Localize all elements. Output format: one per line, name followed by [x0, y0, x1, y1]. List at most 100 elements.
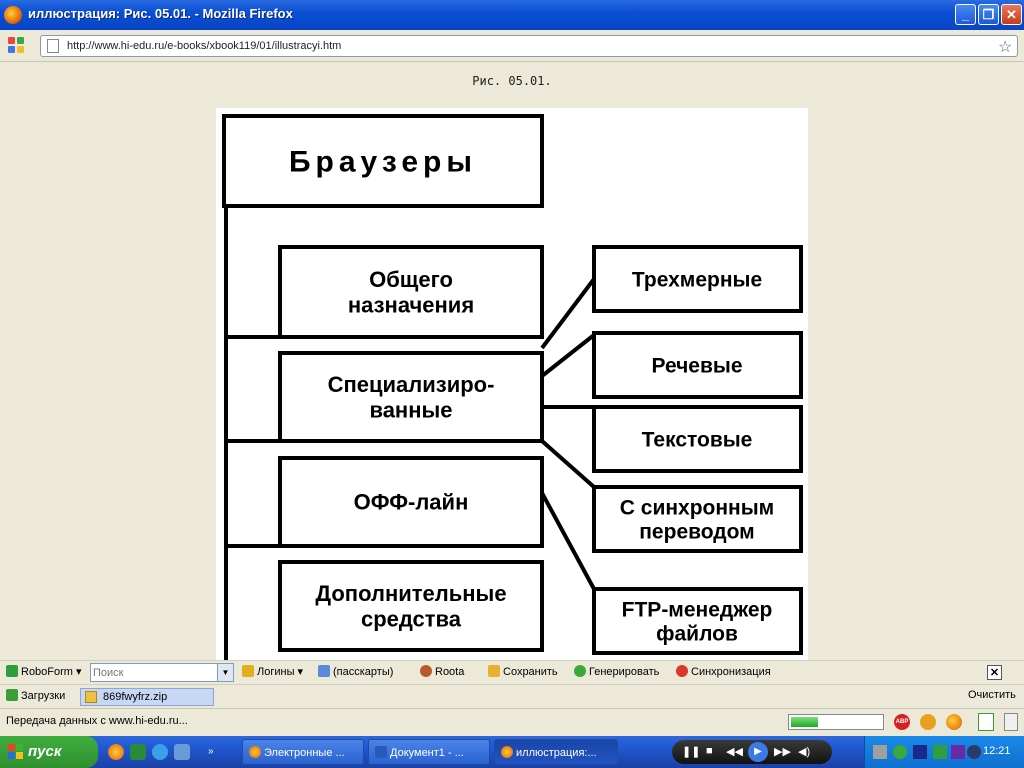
toolbar-close-button[interactable]: ✕ — [987, 665, 1002, 680]
adblock-icon[interactable]: ABP — [894, 714, 910, 730]
firefox-icon — [4, 6, 22, 24]
fan-line-voice — [540, 333, 596, 378]
minimize-button[interactable]: _ — [955, 4, 976, 25]
category-label-0-line-1: назначения — [348, 292, 474, 317]
taskbar-window-1[interactable]: Электронные ... — [242, 739, 364, 765]
category-label-1-line-1: ванные — [369, 397, 452, 422]
clear-downloads-button[interactable]: Очистить — [968, 689, 1016, 701]
speed-dial-icon[interactable] — [8, 37, 26, 55]
taskbar-window-label: Документ1 - ... — [390, 747, 464, 759]
roota-icon — [420, 665, 432, 677]
tray-security-icon[interactable] — [951, 745, 965, 759]
category-label-1-line-0: Специализиро- — [328, 372, 495, 397]
monitor-icon[interactable] — [913, 745, 927, 759]
roota-button[interactable]: Roota — [420, 665, 464, 678]
figure-caption: Рис. 05.01. — [472, 74, 552, 88]
save-label: Сохранить — [503, 666, 558, 678]
sub-label-4-line-0: FTP-менеджер — [622, 598, 773, 621]
quicklaunch-app-icon[interactable] — [130, 744, 146, 760]
url-text[interactable]: http://www.hi-edu.ru/e-books/xbook119/01… — [67, 40, 341, 52]
quicklaunch-expand-icon[interactable]: » — [208, 746, 214, 757]
sync-button[interactable]: Синхронизация — [676, 665, 771, 678]
sub-label-4-line-1: файлов — [656, 622, 738, 645]
passcards-button[interactable]: (пасскарты) — [318, 665, 393, 678]
system-tray: 12:21 — [864, 736, 1024, 768]
lightning-icon — [574, 665, 586, 677]
progress-fill — [791, 717, 818, 727]
close-button[interactable]: ✕ — [1001, 4, 1022, 25]
address-bar[interactable]: http://www.hi-edu.ru/e-books/xbook119/01… — [40, 35, 1018, 57]
page-icon — [47, 39, 59, 53]
sub-label-2-line-0: Текстовые — [642, 428, 753, 451]
start-button[interactable]: пуск — [0, 736, 98, 768]
search-box[interactable]: ▼ — [90, 663, 234, 682]
logins-button[interactable]: Логины ▾ — [242, 665, 303, 678]
generate-button[interactable]: Генерировать — [574, 665, 659, 678]
taskbar: пуск » Электронные ... Документ1 - ... и… — [0, 736, 1024, 768]
page-info-icon[interactable] — [978, 713, 994, 731]
firefox-status-icon[interactable] — [946, 714, 962, 730]
tray-media-icon[interactable] — [967, 745, 981, 759]
volume-icon[interactable]: ◀) — [798, 745, 810, 758]
tray-app-icon[interactable] — [893, 745, 907, 759]
logins-icon — [242, 665, 254, 677]
taskbar-window-label: иллюстрация:... — [516, 747, 597, 759]
logins-label: Логины — [257, 666, 295, 678]
resize-grip-icon[interactable] — [1004, 713, 1018, 731]
generate-label: Генерировать — [589, 666, 660, 678]
search-dropdown-icon[interactable]: ▼ — [217, 664, 233, 681]
status-text: Передача данных с www.hi-edu.ru... — [6, 715, 188, 727]
loading-progress-bar — [788, 714, 884, 730]
roboform-button[interactable]: RoboForm ▾ — [6, 665, 82, 678]
roboform-tray-icon[interactable] — [933, 745, 947, 759]
quicklaunch-desktop-icon[interactable] — [174, 744, 190, 760]
download-file-name: 869fwyfrz.zip — [103, 691, 168, 703]
title-bar[interactable]: иллюстрация: Рис. 05.01. - Mozilla Firef… — [0, 0, 1024, 30]
fan-line-ftp — [540, 492, 596, 590]
previous-icon[interactable]: ◀◀ — [726, 745, 743, 758]
browsers-diagram: Браузеры Общегоназначения Специализиро-ван… — [222, 114, 803, 660]
save-icon — [488, 665, 500, 677]
fan-line-sync — [540, 439, 596, 489]
root-label-line-0: Браузеры — [289, 146, 477, 179]
windows-logo-icon — [8, 744, 24, 760]
stop-icon[interactable]: ■ — [706, 745, 713, 757]
roboform-toolbar: RoboForm ▾ ▼ Логины ▾ (пасскарты) Roota … — [0, 660, 1024, 684]
clock[interactable]: 12:21 — [983, 745, 1011, 757]
quicklaunch-ie-icon[interactable] — [152, 744, 168, 760]
word-icon — [375, 746, 387, 758]
network-icon[interactable] — [873, 745, 887, 759]
download-item[interactable]: 869fwyfrz.zip — [80, 688, 214, 706]
firefox-icon — [249, 746, 261, 758]
roota-status-icon[interactable] — [920, 714, 936, 730]
category-label-0-line-0: Общего — [369, 267, 453, 292]
sync-icon — [676, 665, 688, 677]
quicklaunch-firefox-icon[interactable] — [108, 744, 124, 760]
save-button[interactable]: Сохранить — [488, 665, 558, 678]
bookmark-star-icon[interactable]: ☆ — [998, 37, 1012, 57]
downloads-label: Загрузки — [21, 690, 66, 702]
fan-line-3d — [540, 277, 596, 350]
sub-label-0-line-0: Трехмерные — [632, 268, 762, 291]
taskbar-window-2[interactable]: Документ1 - ... — [368, 739, 490, 765]
roboform-label: RoboForm — [21, 666, 73, 678]
taskbar-window-3[interactable]: иллюстрация:... — [494, 739, 618, 765]
play-icon[interactable]: ▶ — [748, 742, 768, 762]
diagram-figure: Браузеры Общего назначения Специализиро-ван… — [216, 108, 808, 660]
sub-label-1-line-0: Речевые — [651, 354, 742, 377]
downloads-icon — [6, 689, 18, 701]
status-bar: Передача данных с www.hi-edu.ru... ABP — [0, 708, 1024, 736]
pause-icon[interactable]: ❚❚ — [682, 745, 700, 758]
passcards-label: (пасскарты) — [333, 666, 394, 678]
taskbar-window-label: Электронные ... — [264, 747, 345, 759]
roboform-icon — [6, 665, 18, 677]
category-label-2-line-0: ОФФ-лайн — [354, 490, 469, 515]
maximize-button[interactable]: ❐ — [978, 4, 999, 25]
firefox-icon — [501, 746, 513, 758]
roota-label: Roota — [435, 666, 465, 678]
page-content: Рис. 05.01. Браузеры Общего назначения С… — [0, 62, 1024, 660]
downloads-button[interactable]: Загрузки — [6, 689, 65, 702]
search-input[interactable] — [93, 666, 213, 680]
sub-label-3-line-1: переводом — [639, 520, 754, 543]
next-icon[interactable]: ▶▶ — [774, 745, 791, 758]
